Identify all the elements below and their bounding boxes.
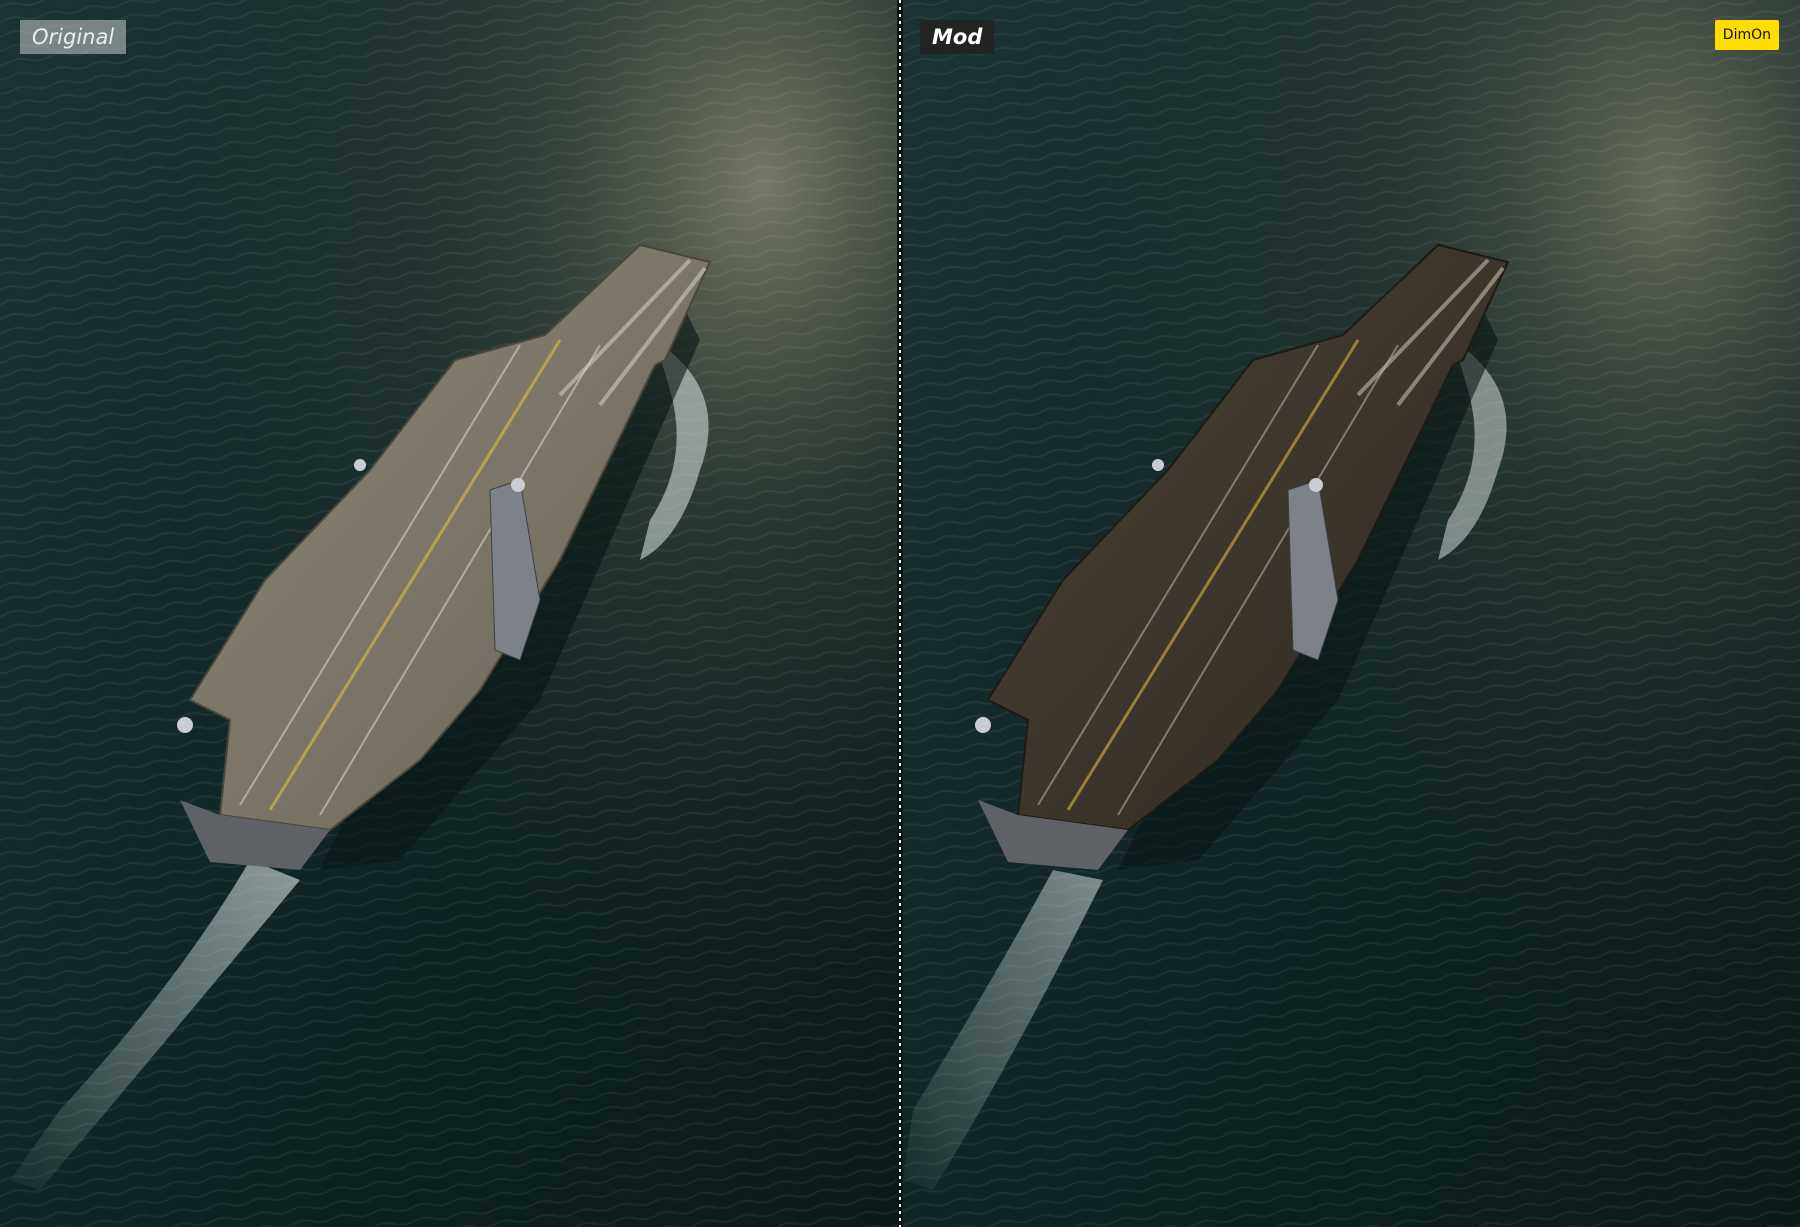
mod-scene (903, 0, 1800, 1227)
mod-label: Mod (920, 20, 995, 54)
radar-dome (511, 478, 525, 492)
radar-dome (1152, 459, 1164, 471)
radar-dome (1309, 478, 1323, 492)
radar-dome (177, 717, 193, 733)
original-label: Original (20, 20, 127, 54)
mod-image-panel (903, 0, 1800, 1227)
original-image-panel (0, 0, 897, 1227)
radar-dome (975, 717, 991, 733)
original-scene (0, 0, 897, 1227)
radar-dome (354, 459, 366, 471)
brand-badge: DimOn (1714, 20, 1779, 50)
